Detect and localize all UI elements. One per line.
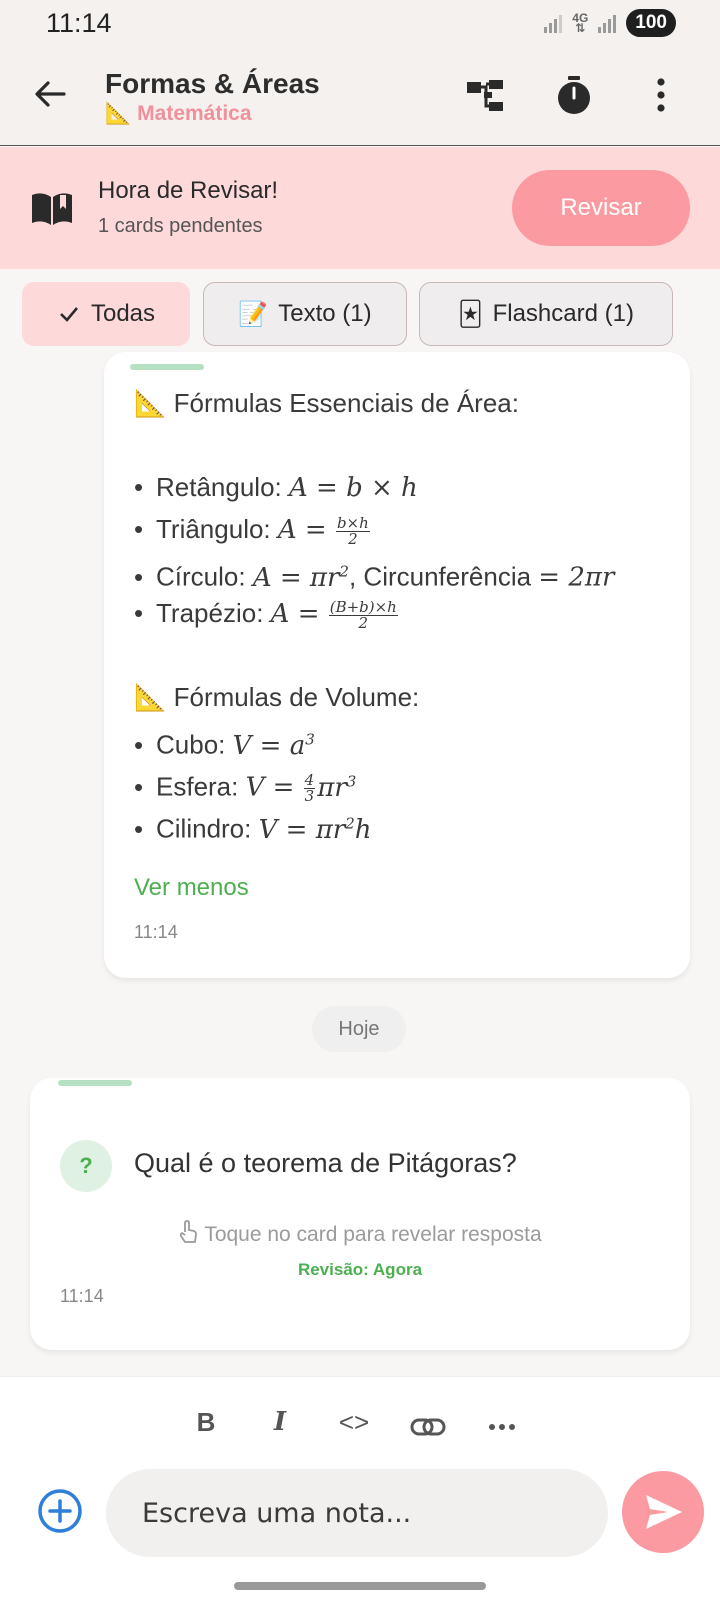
note-content: 📐 Fórmulas Essenciais de Área: • Retângul…: [134, 382, 672, 845]
flashcard-question: Qual é o teorema de Pitágoras?: [134, 1148, 517, 1178]
check-icon: [60, 307, 78, 322]
note-accent-bar: [130, 364, 204, 370]
review-banner-title: Hora de Revisar!: [98, 177, 279, 204]
show-less-link[interactable]: Ver menos: [134, 874, 249, 902]
review-button[interactable]: Revisar: [512, 170, 690, 246]
timer-icon[interactable]: [553, 74, 595, 116]
page-title: Formas & Áreas: [105, 68, 320, 99]
review-banner-count: 1 cards pendentes: [98, 215, 263, 237]
filter-chip-todas[interactable]: Todas: [22, 282, 190, 346]
note-timestamp: 11:14: [134, 922, 178, 942]
ruler-icon: 📐: [134, 388, 167, 418]
status-indicators: 4G ⇅ 100: [544, 9, 676, 37]
list-item: • Esfera: V = 4 3 πr3: [134, 771, 357, 806]
book-open-icon: [32, 193, 72, 225]
status-bar: 11:14 4G ⇅ 100: [0, 0, 720, 48]
status-time: 11:14: [46, 8, 112, 38]
send-button[interactable]: [622, 1471, 704, 1553]
filter-chip-texto[interactable]: 📝 Texto (1): [203, 282, 407, 346]
note-heading-area: 📐 Fórmulas Essenciais de Área:: [134, 388, 519, 418]
note-card[interactable]: 📐 Fórmulas Essenciais de Área: • Retângul…: [104, 352, 690, 978]
home-indicator: [234, 1582, 486, 1590]
filter-label: Flashcard (1): [492, 300, 634, 327]
mind-map-icon[interactable]: [464, 74, 506, 116]
note-heading-volume: 📐 Fórmulas de Volume:: [134, 682, 420, 712]
list-item: • Cubo: V = a3: [134, 729, 315, 761]
list-item: • Trapézio: A = (B+b)×h 2: [134, 597, 398, 632]
more-horiz-icon[interactable]: [478, 1407, 526, 1447]
joker-card-icon: 🃏: [458, 300, 483, 328]
reveal-hint: Toque no card para revelar resposta: [30, 1220, 690, 1247]
italic-button[interactable]: I: [256, 1407, 304, 1447]
signal-icon: [544, 13, 563, 33]
add-circle-icon[interactable]: [36, 1487, 84, 1535]
filter-chip-flashcard[interactable]: 🃏 Flashcard (1): [419, 282, 673, 346]
network-label: 4G ⇅: [572, 11, 589, 35]
memo-icon: 📝: [238, 300, 269, 328]
review-due-label: Revisão: Agora: [297, 1260, 423, 1279]
review-banner: Hora de Revisar! 1 cards pendentes Revis…: [0, 147, 720, 269]
battery-indicator: 100: [626, 9, 676, 37]
flashcard[interactable]: ? Qual é o teorema de Pitágoras? Toque n…: [30, 1078, 690, 1350]
date-separator: Hoje: [312, 1006, 406, 1052]
send-icon: [646, 1495, 682, 1529]
question-icon: ?: [60, 1140, 112, 1192]
app-bar: Formas & Áreas 📐 Matemática: [0, 48, 720, 146]
tap-hand-icon: [180, 1220, 198, 1243]
page-subtitle: 📐 Matemática: [105, 102, 252, 126]
back-arrow-icon[interactable]: [30, 74, 70, 114]
ruler-icon: 📐: [134, 682, 167, 712]
list-item: • Cilindro: V = πr2h: [134, 813, 372, 845]
signal-icon-2: [598, 13, 617, 33]
subject-label: Matemática: [137, 102, 252, 125]
bold-button[interactable]: B: [182, 1407, 230, 1447]
note-input[interactable]: [106, 1469, 608, 1557]
link-icon[interactable]: [404, 1407, 452, 1447]
list-item: • Triângulo: A = b×h 2: [134, 513, 370, 548]
code-button[interactable]: <>: [330, 1407, 378, 1447]
list-item: • Retângulo: A = b × h: [134, 472, 418, 503]
list-item: • Círculo: A = πr2, Circunferência = 2πr: [134, 561, 615, 593]
composer: B I <>: [0, 1376, 720, 1600]
flashcard-timestamp: 11:14: [60, 1286, 104, 1306]
more-vert-icon[interactable]: [640, 74, 682, 116]
flashcard-accent-bar: [58, 1080, 132, 1086]
filter-label: Todas: [90, 300, 156, 327]
ruler-icon: 📐: [105, 102, 132, 125]
filter-label: Texto (1): [278, 300, 372, 327]
